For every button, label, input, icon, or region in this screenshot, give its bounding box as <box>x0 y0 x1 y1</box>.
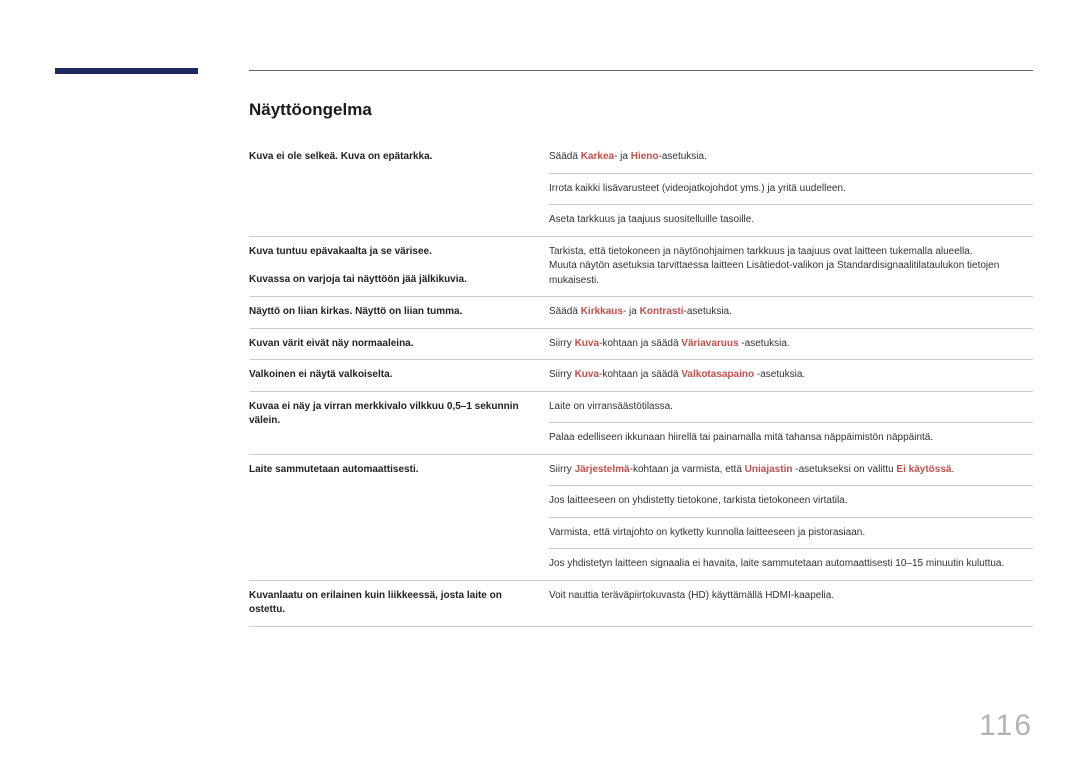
solution-cell: Jos yhdistetyn laitteen signaalia ei hav… <box>549 549 1033 581</box>
table-row: Kuva ei ole selkeä. Kuva on epätarkka.Sä… <box>249 142 1033 173</box>
solution-cell: Laite on virransäästötilassa. <box>549 391 1033 423</box>
problem-label: Valkoinen ei näytä valkoiselta. <box>249 360 549 392</box>
solution-cell: Aseta tarkkuus ja taajuus suositelluille… <box>549 205 1033 237</box>
header-accent-bar <box>55 68 198 74</box>
table-row: Kuvanlaatu on erilainen kuin liikkeessä,… <box>249 580 1033 626</box>
solution-cell: Siirry Kuva-kohtaan ja säädä Väriavaruus… <box>549 328 1033 360</box>
section-heading: Näyttöongelma <box>249 100 1033 120</box>
solution-cell: Irrota kaikki lisävarusteet (videojatkoj… <box>549 173 1033 205</box>
page-content: Näyttöongelma Kuva ei ole selkeä. Kuva o… <box>249 100 1033 627</box>
solution-cell: Säädä Kirkkaus- ja Kontrasti-asetuksia. <box>549 297 1033 329</box>
problem-label: Kuva tuntuu epävakaalta ja se värisee.Ku… <box>249 236 549 297</box>
problem-label: Kuvaa ei näy ja virran merkkivalo vilkku… <box>249 391 549 454</box>
solution-cell: Säädä Karkea- ja Hieno-asetuksia. <box>549 142 1033 173</box>
solution-cell: Siirry Kuva-kohtaan ja säädä Valkotasapa… <box>549 360 1033 392</box>
problem-label: Kuvanlaatu on erilainen kuin liikkeessä,… <box>249 580 549 626</box>
table-row: Kuva tuntuu epävakaalta ja se värisee.Ku… <box>249 236 1033 297</box>
solution-cell: Palaa edelliseen ikkunaan hiirellä tai p… <box>549 423 1033 455</box>
table-row: Kuvan värit eivät näy normaaleina.Siirry… <box>249 328 1033 360</box>
table-row: Kuvaa ei näy ja virran merkkivalo vilkku… <box>249 391 1033 423</box>
problem-label: Laite sammutetaan automaattisesti. <box>249 454 549 580</box>
table-row: Laite sammutetaan automaattisesti.Siirry… <box>249 454 1033 486</box>
troubleshoot-table: Kuva ei ole selkeä. Kuva on epätarkka.Sä… <box>249 142 1033 627</box>
solution-cell: Tarkista, että tietokoneen ja näytönohja… <box>549 236 1033 297</box>
problem-label: Näyttö on liian kirkas. Näyttö on liian … <box>249 297 549 329</box>
problem-label: Kuva ei ole selkeä. Kuva on epätarkka. <box>249 142 549 236</box>
table-row: Näyttö on liian kirkas. Näyttö on liian … <box>249 297 1033 329</box>
solution-cell: Siirry Järjestelmä-kohtaan ja varmista, … <box>549 454 1033 486</box>
solution-cell: Varmista, että virtajohto on kytketty ku… <box>549 517 1033 549</box>
problem-label: Kuvan värit eivät näy normaaleina. <box>249 328 549 360</box>
page-number: 116 <box>979 709 1033 743</box>
solution-cell: Voit nauttia teräväpiirtokuvasta (HD) kä… <box>549 580 1033 626</box>
table-row: Valkoinen ei näytä valkoiselta.Siirry Ku… <box>249 360 1033 392</box>
solution-cell: Jos laitteeseen on yhdistetty tietokone,… <box>549 486 1033 518</box>
header-rule <box>249 70 1033 71</box>
